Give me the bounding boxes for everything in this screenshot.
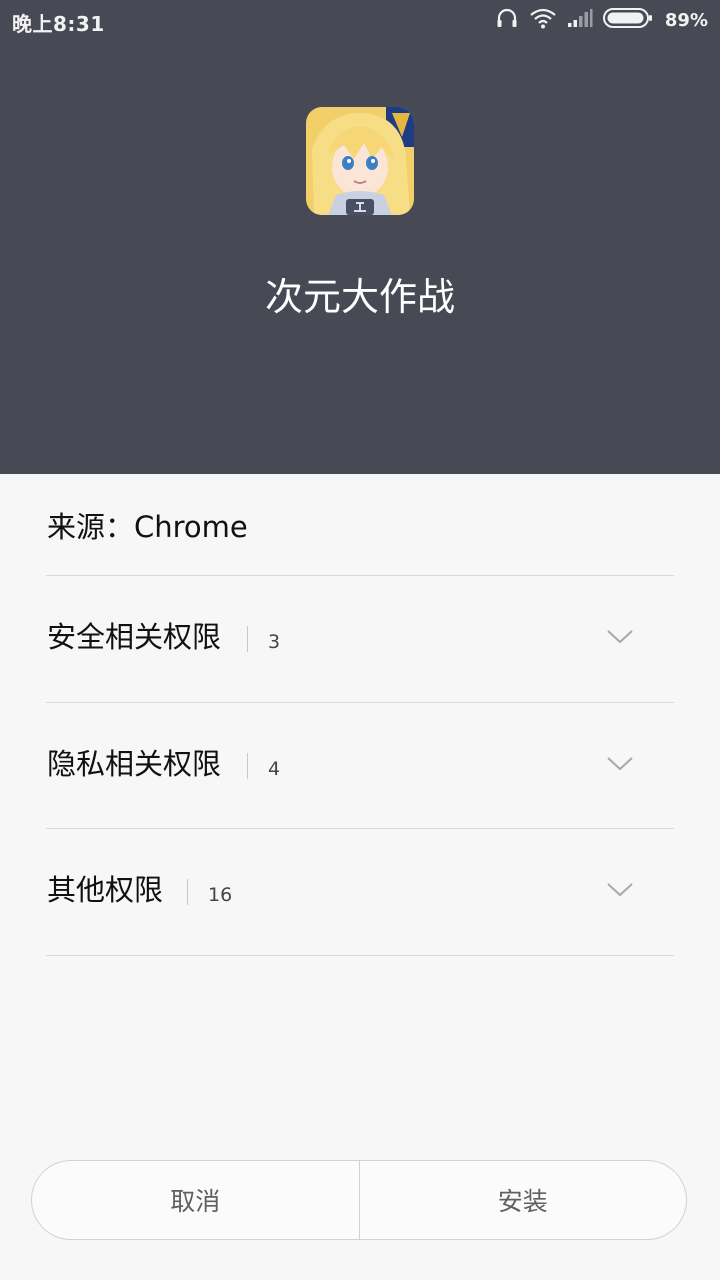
action-buttons: 取消 安装 — [31, 1160, 687, 1240]
app-anime-girl-icon — [306, 107, 414, 215]
app-header: 晚上8:31 89% 次元大作战 — [0, 0, 720, 474]
separator — [187, 879, 188, 905]
separator — [247, 753, 248, 779]
separator — [247, 626, 248, 652]
permission-label: 安全相关权限 — [47, 620, 222, 654]
battery-icon — [602, 7, 653, 33]
permission-row-other[interactable]: 其他权限 16 — [46, 829, 674, 955]
permission-count: 4 — [268, 758, 281, 780]
install-button[interactable]: 安装 — [360, 1161, 687, 1239]
permission-label: 其他权限 — [47, 873, 164, 907]
permission-count: 16 — [208, 884, 233, 906]
app-name: 次元大作战 — [264, 275, 455, 319]
divider — [46, 955, 674, 956]
signal-icon — [567, 8, 593, 32]
permission-count: 3 — [268, 631, 281, 653]
install-source: 来源：Chrome — [47, 510, 248, 544]
status-bar: 晚上8:31 89% — [0, 0, 720, 40]
headphones-icon — [495, 6, 519, 34]
wifi-icon — [529, 7, 557, 33]
chevron-down-icon — [607, 630, 633, 644]
chevron-down-icon — [607, 757, 633, 771]
battery-percentage: 89% — [664, 9, 708, 31]
cancel-button[interactable]: 取消 — [32, 1161, 359, 1239]
status-time: 晚上8:31 — [12, 12, 105, 36]
permission-row-security[interactable]: 安全相关权限 3 — [46, 576, 674, 702]
status-icons: 89% — [495, 6, 708, 34]
permission-row-privacy[interactable]: 隐私相关权限 4 — [46, 703, 674, 829]
permission-label: 隐私相关权限 — [47, 747, 222, 781]
chevron-down-icon — [607, 883, 633, 897]
